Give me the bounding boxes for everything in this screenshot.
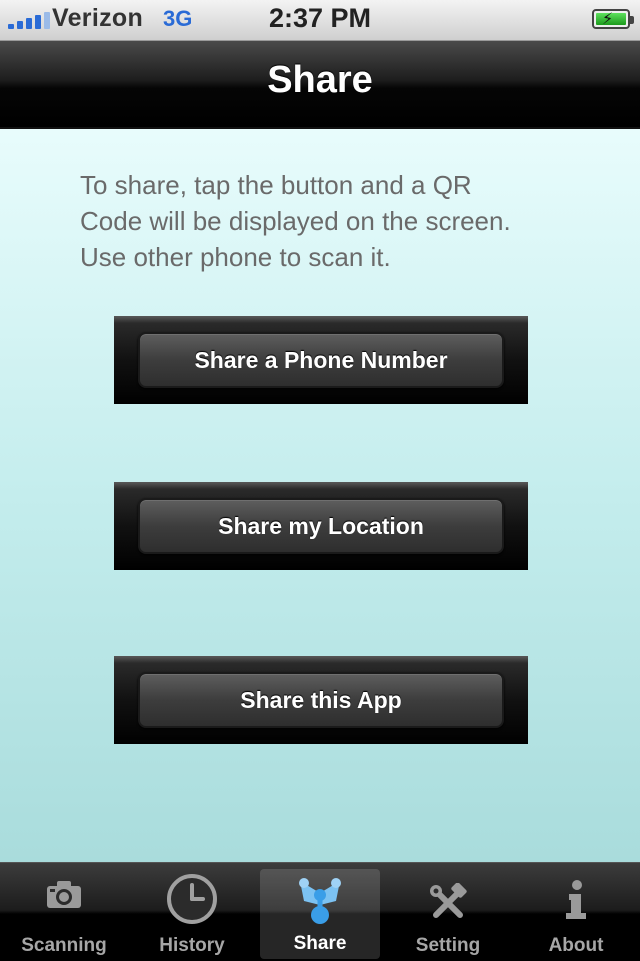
- share-location-button[interactable]: Share my Location: [138, 498, 504, 554]
- tab-about[interactable]: About: [512, 863, 640, 961]
- share-network-icon: [299, 878, 341, 924]
- tab-scanning[interactable]: Scanning: [0, 863, 128, 961]
- signal-bars-icon: [8, 11, 50, 29]
- page-title: Share: [267, 59, 373, 101]
- share-app-button[interactable]: Share this App: [138, 672, 504, 728]
- navigation-bar: Share: [0, 41, 640, 129]
- tab-label: Share: [293, 933, 347, 954]
- tab-label: Scanning: [21, 935, 107, 956]
- status-bar: Verizon 3G 2:37 PM ⚡: [0, 0, 640, 41]
- tools-icon: [430, 883, 467, 918]
- tab-history[interactable]: History: [128, 863, 256, 961]
- share-phone-number-panel: Share a Phone Number: [114, 316, 528, 404]
- tab-label: Setting: [415, 935, 481, 956]
- info-icon: [566, 880, 586, 919]
- tab-share[interactable]: Share: [260, 869, 380, 959]
- clock-icon: [167, 874, 217, 924]
- share-instructions: To share, tap the button and a QR Code w…: [80, 170, 511, 272]
- share-app-panel: Share this App: [114, 656, 528, 744]
- network-type: 3G: [163, 6, 193, 31]
- camera-icon: [47, 881, 81, 908]
- tab-label: About: [548, 935, 604, 956]
- share-content: To share, tap the button and a QR Code w…: [0, 129, 640, 862]
- battery-charging-icon: ⚡: [592, 9, 634, 29]
- share-location-panel: Share my Location: [114, 482, 528, 570]
- tab-setting[interactable]: Setting: [384, 863, 512, 961]
- tab-label: History: [159, 935, 225, 956]
- carrier-name: Verizon: [52, 4, 144, 32]
- share-phone-number-button[interactable]: Share a Phone Number: [138, 332, 504, 388]
- tab-bar: Scanning History Share Setting About: [0, 862, 640, 961]
